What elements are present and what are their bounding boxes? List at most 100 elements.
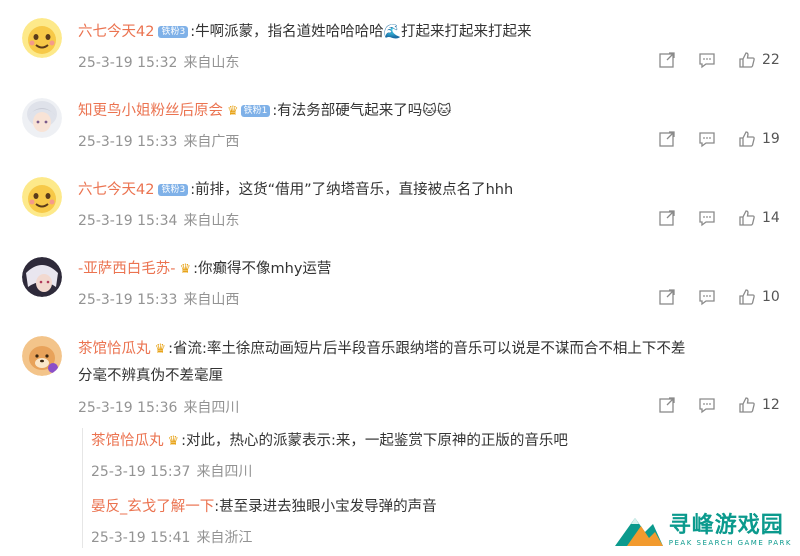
username-link[interactable]: 晏反_玄戈了解一下: [91, 499, 214, 515]
comment-date: 25-3-19 15:33: [78, 134, 178, 150]
username-link[interactable]: -亚萨西白毛苏-: [78, 261, 175, 277]
comment-location: 来自广西: [183, 134, 240, 150]
reply-text-line: 茶馆恰瓜丸 ♛:对此，热心的派蒙表示:来，一起鉴赏下原神的正版的音乐吧: [91, 430, 568, 453]
cat-emoji-icon: 🐱🐱: [422, 103, 452, 119]
comment-text: :前排，这货“借用”了纳塔音乐，直接被点名了hhh: [190, 182, 514, 198]
like-button[interactable]: 10: [738, 288, 780, 306]
mountain-logo-icon: [614, 518, 663, 546]
share-icon: [659, 289, 675, 305]
reply-date: 25-3-19 15:37: [91, 464, 191, 480]
fan-badge[interactable]: 铁粉3: [158, 26, 189, 38]
like-count: 14: [762, 210, 780, 226]
comment-text: :牛啊派蒙，指名道姓哈哈哈哈: [190, 24, 384, 40]
avatar[interactable]: [22, 257, 62, 297]
comment-button[interactable]: [698, 288, 716, 306]
comment-text-line-2: 分毫不辨真伪不差毫厘: [78, 365, 223, 387]
comment-icon: [699, 398, 715, 414]
watermark-subtitle: PEAK SEARCH GAME PARK: [668, 539, 792, 547]
crown-badge-icon: ♛: [179, 262, 192, 277]
username-link[interactable]: 茶馆恰瓜丸: [91, 433, 164, 449]
thumbs-up-icon: [739, 289, 755, 305]
share-button[interactable]: [658, 396, 676, 414]
comment-text-tail: 打起来打起来打起来: [401, 24, 532, 40]
thumbs-up-icon: [739, 397, 755, 413]
fan-badge[interactable]: 铁粉3: [158, 184, 189, 196]
comment-icon: [699, 211, 715, 227]
comment-text-line: -亚萨西白毛苏- ♛:你癫得不像mhy运营: [78, 258, 331, 281]
comment-actions: 10: [636, 288, 780, 306]
yellow-smile-face-icon: [22, 177, 62, 217]
avatar[interactable]: [22, 177, 62, 217]
comment-meta: 25-3-19 15:34 来自山东: [78, 210, 239, 230]
comment-location: 来自山西: [183, 292, 240, 308]
like-button[interactable]: 14: [738, 209, 780, 227]
crown-badge-icon: ♛: [167, 434, 180, 449]
comment-actions: 22: [636, 51, 780, 69]
comment-text-line: 茶馆恰瓜丸 ♛:省流:率土徐庶动画短片后半段音乐跟纳塔的音乐可以说是不谋而合不相上…: [78, 338, 685, 361]
comment-button[interactable]: [698, 130, 716, 148]
comment-date: 25-3-19 15:32: [78, 55, 178, 71]
comment-location: 来自山东: [183, 55, 240, 71]
comment-button[interactable]: [698, 51, 716, 69]
comment-date: 25-3-19 15:33: [78, 292, 178, 308]
share-button[interactable]: [658, 288, 676, 306]
anime-avatar-white-hair-icon: [22, 98, 62, 138]
crown-badge-icon: ♛: [227, 104, 239, 119]
share-icon: [659, 52, 675, 68]
comment-button[interactable]: [698, 396, 716, 414]
reply-text: :对此，热心的派蒙表示:来，一起鉴赏下原神的正版的音乐吧: [181, 433, 568, 449]
dog-avatar-icon: [22, 336, 62, 376]
share-icon: [659, 210, 675, 226]
comment-icon: [699, 290, 715, 306]
share-icon: [659, 131, 675, 147]
anime-avatar-dark-icon: [22, 257, 62, 297]
share-button[interactable]: [658, 130, 676, 148]
like-count: 12: [762, 397, 780, 413]
comment-text: :省流:率土徐庶动画短片后半段音乐跟纳塔的音乐可以说是不谋而合不相上下不差: [168, 341, 686, 357]
comment-text-line: 六七今天42 铁粉3:前排，这货“借用”了纳塔音乐，直接被点名了hhh: [78, 179, 513, 201]
username-link[interactable]: 知更鸟小姐粉丝后原会: [78, 103, 223, 119]
watermark-title: 寻峰游戏园: [668, 513, 784, 538]
reply-text: :甚至录进去独眼小宝发导弹的声音: [214, 499, 437, 515]
like-button[interactable]: 12: [738, 396, 780, 414]
avatar[interactable]: [22, 98, 62, 138]
username-link[interactable]: 六七今天42: [78, 24, 154, 40]
comment-meta: 25-3-19 15:32 来自山东: [78, 52, 239, 72]
comment-text-line: 六七今天42 铁粉3:牛啊派蒙，指名道姓哈哈哈哈🌊打起来打起来打起来: [78, 21, 532, 43]
reply-meta: 25-3-19 15:41 来自浙江: [91, 527, 252, 547]
thumbs-up-icon: [739, 52, 755, 68]
fan-badge[interactable]: 铁粉1: [240, 105, 271, 117]
yellow-smile-face-icon: [22, 18, 62, 58]
comment-meta: 25-3-19 15:33 来自山西: [78, 289, 239, 309]
thumbs-up-icon: [739, 131, 755, 147]
comment-date: 25-3-19 15:34: [78, 213, 178, 229]
watermark: 寻峰游戏园 PEAK SEARCH GAME PARK: [614, 512, 792, 548]
comment-button[interactable]: [698, 209, 716, 227]
crown-badge-icon: ♛: [154, 342, 167, 357]
comment-icon: [699, 53, 715, 69]
comment-actions: 14: [636, 209, 780, 227]
comment-meta: 25-3-19 15:33 来自广西: [78, 131, 239, 151]
share-icon: [659, 397, 675, 413]
avatar[interactable]: [22, 18, 62, 58]
like-count: 10: [762, 289, 780, 305]
comment-location: 来自四川: [183, 400, 240, 416]
share-button[interactable]: [658, 209, 676, 227]
comment-location: 来自山东: [183, 213, 240, 229]
avatar[interactable]: [22, 336, 62, 376]
share-button[interactable]: [658, 51, 676, 69]
reply-meta: 25-3-19 15:37 来自四川: [91, 461, 252, 481]
reply-location: 来自四川: [196, 464, 253, 480]
comment-actions: 19: [636, 130, 780, 148]
reply-date: 25-3-19 15:41: [91, 530, 191, 546]
username-link[interactable]: 六七今天42: [78, 182, 154, 198]
reply-location: 来自浙江: [196, 530, 253, 546]
thumbs-up-icon: [739, 210, 755, 226]
like-button[interactable]: 22: [738, 51, 780, 69]
like-count: 19: [762, 131, 780, 147]
like-button[interactable]: 19: [738, 130, 780, 148]
username-link[interactable]: 茶馆恰瓜丸: [78, 341, 151, 357]
wave-emoji-icon: 🌊: [383, 24, 402, 40]
comment-text: 分毫不辨真伪不差毫厘: [78, 368, 223, 384]
comment-icon: [699, 132, 715, 148]
